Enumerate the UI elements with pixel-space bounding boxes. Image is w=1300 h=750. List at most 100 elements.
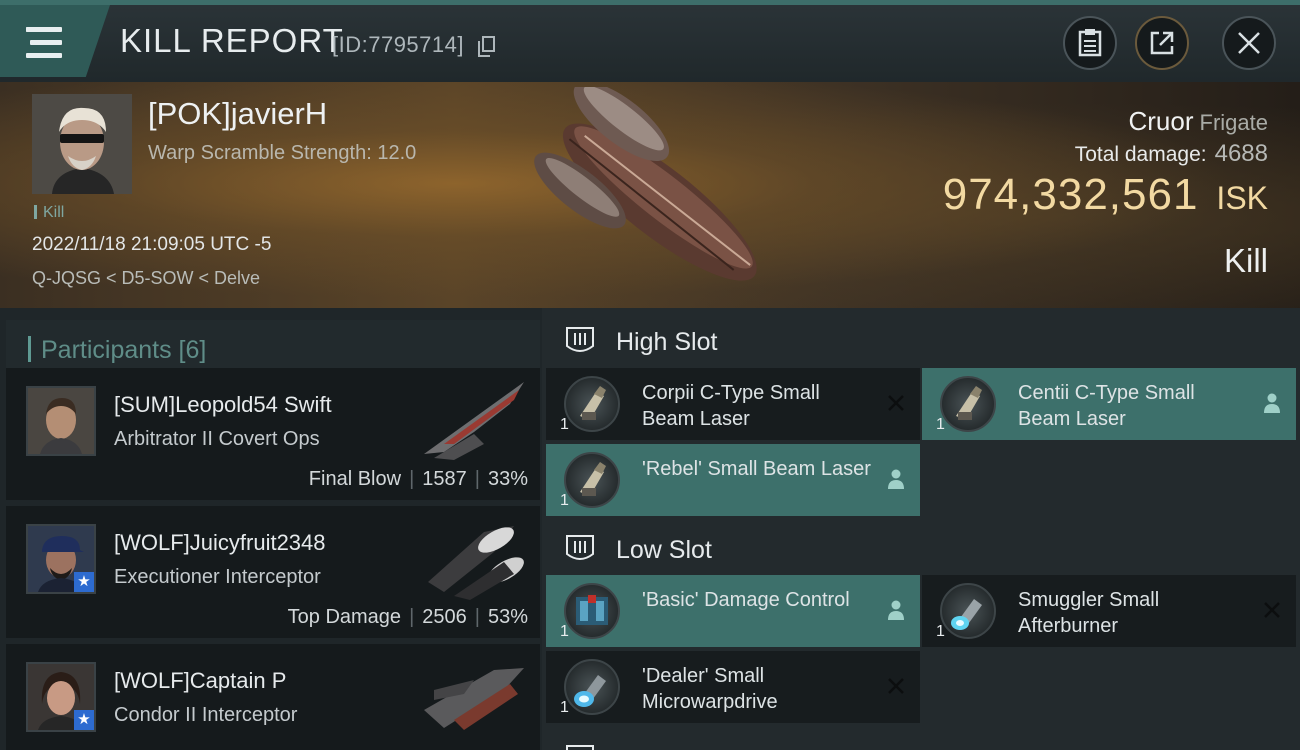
- share-button[interactable]: [1135, 16, 1189, 70]
- participant-name[interactable]: [SUM]Leopold54 Swift: [114, 392, 332, 418]
- module-item[interactable]: 1 Centii C-Type Small Beam Laser: [922, 368, 1296, 440]
- mid-slot-icon: [566, 745, 594, 750]
- module-item[interactable]: 1 Smuggler Small Afterburner: [922, 575, 1296, 647]
- module-quantity: 1: [936, 416, 945, 433]
- pilot-portrait-image: [32, 94, 132, 194]
- participant-ship-render[interactable]: [414, 512, 534, 602]
- high-slot-icon: [566, 327, 594, 352]
- low-slot-header: Low Slot: [546, 520, 1296, 576]
- ship-type: Cruor Frigate: [1129, 106, 1269, 137]
- laser-icon: [940, 376, 996, 432]
- participants-title: Participants [6]: [41, 336, 207, 364]
- module-name: 'Basic' Damage Control: [642, 589, 850, 611]
- clipboard-button[interactable]: [1063, 16, 1117, 70]
- mid-slot-header: [546, 730, 1296, 750]
- participants-header-accent: [28, 336, 31, 362]
- destroyed-x-icon: [1264, 602, 1280, 618]
- participant-row[interactable]: ★ [WOLF]Captain P Condor II Interceptor: [6, 644, 540, 750]
- participant-percent: 53%: [487, 606, 528, 628]
- module-item[interactable]: 1 'Rebel' Small Beam Laser: [546, 444, 920, 516]
- participant-percent: 33%: [487, 468, 528, 490]
- participant-name[interactable]: [WOLF]Captain P: [114, 668, 286, 694]
- participant-portrait[interactable]: [26, 386, 96, 456]
- participant-ship-render[interactable]: [414, 374, 534, 464]
- copy-id-icon[interactable]: [478, 36, 495, 57]
- module-name: Corpii C-Type Small Beam Laser: [642, 382, 820, 430]
- module-item[interactable]: 1 'Dealer' Small Microwarpdrive: [546, 651, 920, 723]
- dropped-person-icon: [888, 469, 904, 489]
- module-quantity: 1: [560, 416, 569, 433]
- victim-ship-render[interactable]: [525, 87, 785, 297]
- star-badge-icon: ★: [74, 572, 94, 592]
- destroyed-x-icon: [888, 678, 904, 694]
- participant-ship: Condor II Interceptor: [114, 704, 298, 726]
- destroyed-x-icon: [888, 395, 904, 411]
- kill-summary-banner: [POK]javierH Warp Scramble Strength: 12.…: [0, 82, 1300, 308]
- kill-location[interactable]: Q-JQSG < D5-SOW < Delve: [32, 268, 260, 289]
- window-title: KILL REPORT: [120, 22, 344, 59]
- laser-icon: [564, 376, 620, 432]
- ship-class: Frigate: [1199, 110, 1268, 135]
- module-quantity: 1: [560, 492, 569, 509]
- module-quantity: 1: [560, 623, 569, 640]
- victim-portrait[interactable]: [32, 94, 132, 194]
- module-item[interactable]: 1 'Basic' Damage Control: [546, 575, 920, 647]
- low-slot-label: Low Slot: [616, 536, 712, 564]
- dropped-person-icon: [1264, 393, 1280, 413]
- module-name: 'Rebel' Small Beam Laser: [642, 458, 871, 480]
- module-quantity: 1: [560, 699, 569, 716]
- isk-unit: ISK: [1216, 180, 1268, 216]
- damage-control-icon: [564, 583, 620, 639]
- microwarpdrive-icon: [564, 659, 620, 715]
- total-damage-value: 4688: [1214, 140, 1268, 167]
- low-slot-icon: [566, 535, 594, 560]
- participant-stats: Final Blow | 1587 | 33%: [308, 468, 528, 490]
- kill-datetime: 2022/11/18 21:09:05 UTC -5: [32, 234, 272, 255]
- module-name: 'Dealer' Small Microwarpdrive: [642, 665, 778, 713]
- participant-portrait[interactable]: ★: [26, 662, 96, 732]
- participants-header[interactable]: Participants [6]: [6, 320, 540, 372]
- warp-scramble-strength: Warp Scramble Strength: 12.0: [148, 142, 417, 164]
- kill-id: [ID:7795714]: [332, 32, 464, 57]
- participant-damage: 2506: [422, 606, 467, 628]
- menu-button[interactable]: [0, 5, 110, 77]
- participant-row[interactable]: [SUM]Leopold54 Swift Arbitrator II Cover…: [6, 368, 540, 500]
- afterburner-icon: [940, 583, 996, 639]
- title-bar: KILL REPORT [ID:7795714]: [0, 0, 1300, 82]
- laser-icon: [564, 452, 620, 508]
- participant-name[interactable]: [WOLF]Juicyfruit2348: [114, 530, 326, 556]
- isk-value: 974,332,561 ISK: [943, 170, 1268, 220]
- participant-ship: Executioner Interceptor: [114, 566, 321, 588]
- total-damage: Total damage: 4688: [1075, 140, 1268, 168]
- participant-role: Top Damage: [287, 606, 402, 628]
- module-item[interactable]: 1 Corpii C-Type Small Beam Laser: [546, 368, 920, 440]
- dropped-person-icon: [888, 600, 904, 620]
- hamburger-menu-icon[interactable]: [26, 27, 62, 59]
- module-quantity: 1: [936, 623, 945, 640]
- participant-ship: Arbitrator II Covert Ops: [114, 428, 320, 450]
- module-name: Centii C-Type Small Beam Laser: [1018, 382, 1195, 430]
- fitting-panel: High Slot 1 Corpii C-Type Small Beam Las…: [542, 308, 1300, 750]
- high-slot-header: High Slot: [546, 312, 1296, 368]
- pilot-portrait-image: [28, 388, 94, 454]
- ship-name[interactable]: Cruor: [1129, 106, 1194, 136]
- participant-portrait[interactable]: ★: [26, 524, 96, 594]
- kill-tag: Kill: [34, 204, 64, 222]
- participants-panel: Participants [6] [SUM]Leopold54 Swift Ar…: [0, 308, 542, 750]
- participant-stats: Top Damage | 2506 | 53%: [287, 606, 528, 628]
- high-slot-label: High Slot: [616, 328, 718, 356]
- participant-row[interactable]: ★ [WOLF]Juicyfruit2348 Executioner Inter…: [6, 506, 540, 638]
- close-icon: [1238, 32, 1260, 54]
- total-damage-label: Total damage:: [1074, 143, 1207, 166]
- close-button[interactable]: [1222, 16, 1276, 70]
- participant-role: Final Blow: [308, 468, 402, 490]
- victim-name[interactable]: [POK]javierH: [148, 96, 327, 132]
- share-external-icon: [1150, 31, 1174, 55]
- clipboard-icon: [1078, 29, 1102, 57]
- module-name: Smuggler Small Afterburner: [1018, 589, 1160, 637]
- isk-amount: 974,332,561: [942, 170, 1199, 219]
- star-badge-icon: ★: [74, 710, 94, 730]
- participant-ship-render[interactable]: [414, 650, 534, 740]
- title-accent-line: [0, 0, 1300, 5]
- participant-damage: 1587: [422, 468, 467, 490]
